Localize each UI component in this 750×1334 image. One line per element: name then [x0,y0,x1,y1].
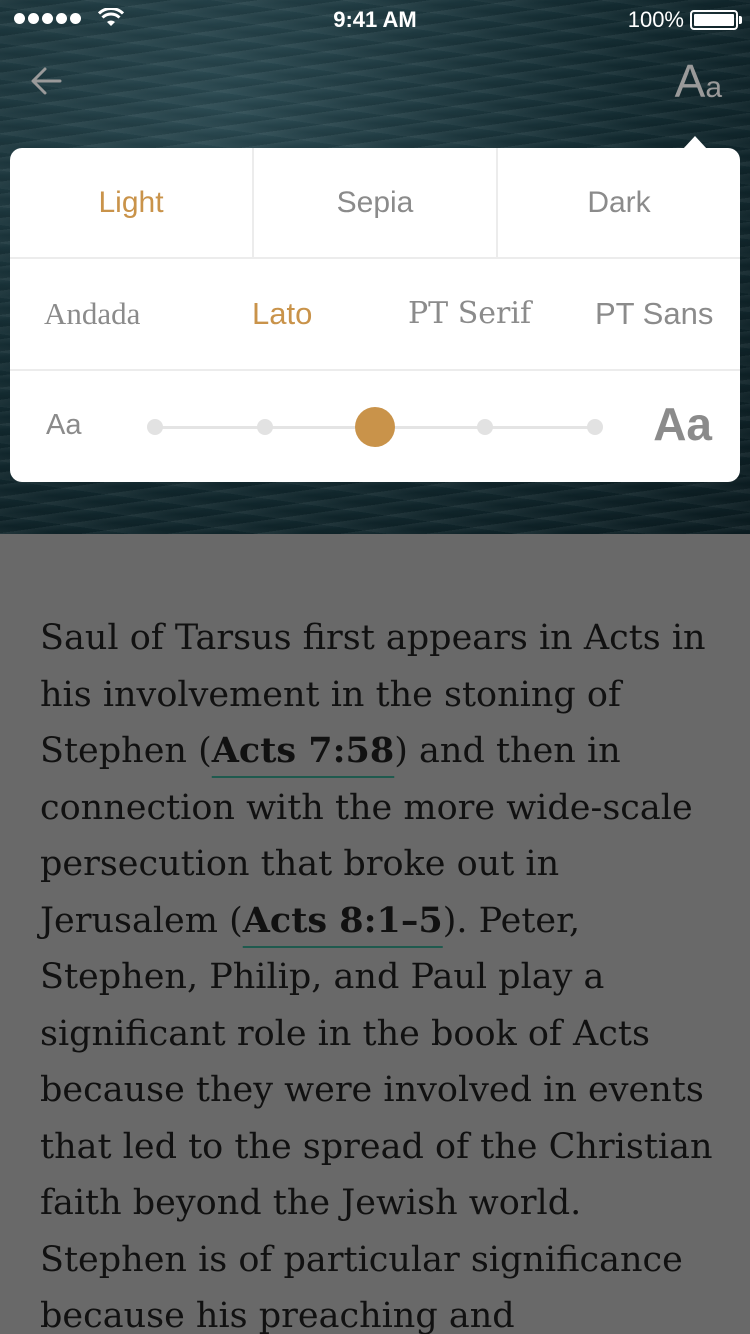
theme-option-sepia[interactable]: Sepia [254,148,498,257]
font-option-pt-sans[interactable]: PT Sans [595,259,713,369]
scripture-reference-link[interactable]: Acts 7:58 [212,730,395,771]
battery-percent: 100% [627,7,684,32]
font-option-andada[interactable]: Andada [44,259,140,369]
text-size-small-label: Aa [46,409,82,441]
font-selector: Andada Lato PT Serif PT Sans [10,259,740,371]
font-settings-icon: A [674,55,706,107]
font-option-lato[interactable]: Lato [252,259,312,369]
article-body: Saul of Tarsus first appears in Acts in … [40,610,715,1334]
text-size-stop[interactable] [257,419,273,435]
text-size-stop[interactable] [477,419,493,435]
text-size-stop[interactable] [587,419,603,435]
text-size-control: Aa Aa [10,371,740,482]
battery-icon [690,10,742,30]
back-button[interactable] [26,60,70,104]
theme-option-light[interactable]: Light [10,148,254,257]
article-text: ). Peter, Stephen, Philip, and Paul play… [40,900,713,1334]
status-bar: 9:41 AM 100% [0,0,750,40]
theme-selector: Light Sepia Dark [10,148,740,259]
text-size-slider-thumb[interactable] [355,407,395,447]
font-settings-button[interactable]: Aa [675,56,722,106]
font-option-pt-serif[interactable]: PT Serif [408,259,531,369]
reader-settings-popover: Light Sepia Dark Andada Lato PT Serif PT… [10,148,740,482]
scripture-reference-link[interactable]: Acts 8:1–5 [243,900,443,941]
text-size-stop[interactable] [147,419,163,435]
theme-option-dark[interactable]: Dark [498,148,740,257]
text-size-large-label: Aa [653,398,712,450]
